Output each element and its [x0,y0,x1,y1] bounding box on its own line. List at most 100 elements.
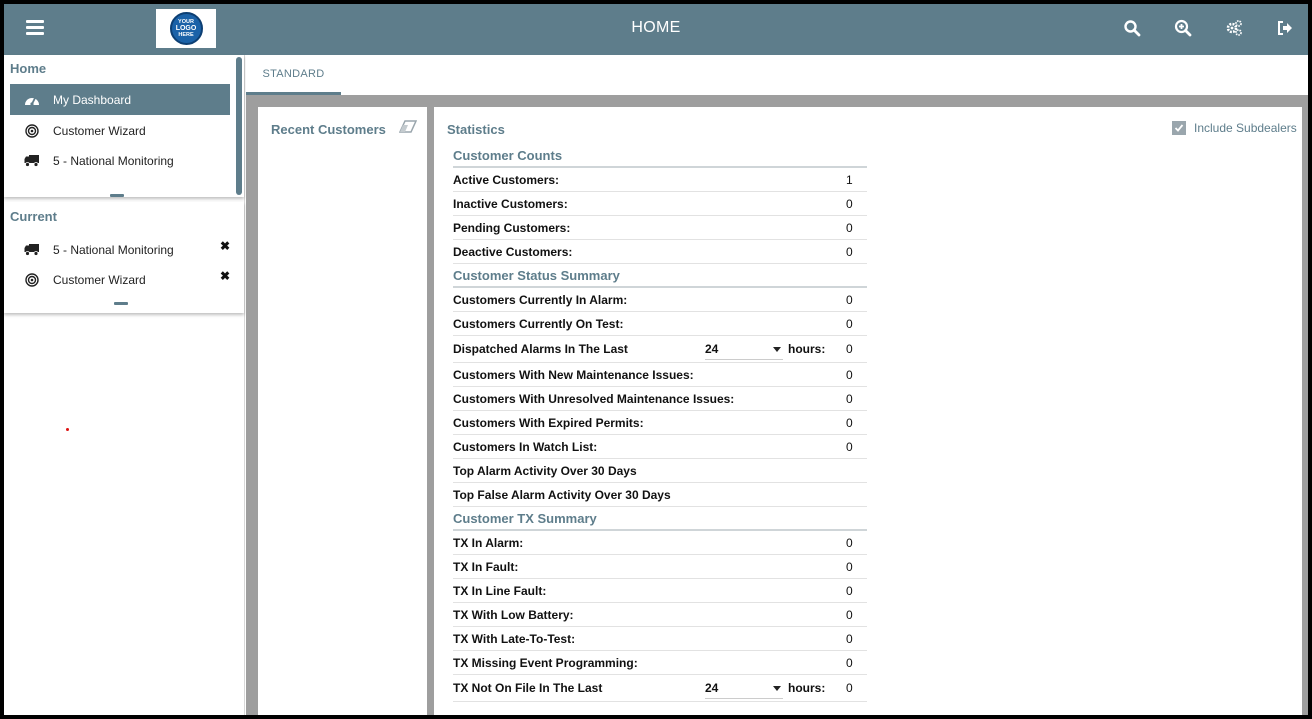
group-customer-status-summary: Customer Status Summary [453,264,867,288]
stat-row: Customers With New Maintenance Issues: 0 [453,363,867,387]
statistics-card: Statistics Include Subdealers Customer C… [434,107,1302,715]
current-item-customer-wizard[interactable]: Customer Wizard [10,264,230,295]
stat-row: TX Not On File In The Last 24 hours: 0 [453,675,867,702]
stat-value: 0 [846,316,853,331]
checkbox-checked-icon [1172,121,1186,135]
stat-row: Active Customers: 1 [453,168,867,192]
truck-icon [24,242,40,258]
home-section-title: Home [10,61,47,76]
stat-value: 0 [846,292,853,307]
current-item-label: 5 - National Monitoring [53,242,174,257]
current-section-title: Current [10,209,57,224]
recent-customers-card: Recent Customers [258,107,427,715]
hours-suffix: hours: [788,342,826,356]
include-subdealers-label: Include Subdealers [1194,121,1297,135]
stat-row: Customers With Expired Permits: 0 [453,411,867,435]
stat-label: Customers With Expired Permits: [453,415,644,430]
stat-label: Customers Currently On Test: [453,316,624,331]
stat-row: Customers With Unresolved Maintenance Is… [453,387,867,411]
tx-not-on-file-hours-select[interactable]: 24 [705,677,783,699]
stat-value: 0 [846,535,853,550]
cursor-dot [66,428,69,431]
current-item-national-monitoring[interactable]: 5 - National Monitoring [10,234,230,265]
stat-label: Customers With Unresolved Maintenance Is… [453,391,735,406]
stat-value: 0 [846,583,853,598]
stat-value: 0 [846,391,853,406]
eraser-icon[interactable] [399,120,417,134]
stat-row: Customers In Watch List: 0 [453,435,867,459]
stat-row: TX In Line Fault: 0 [453,579,867,603]
tab-bar: STANDARD [246,55,1308,95]
group-customer-counts: Customer Counts [453,144,867,168]
stat-label: TX In Line Fault: [453,583,547,598]
stat-label: TX With Late-To-Test: [453,631,576,646]
stat-label: Customers In Watch List: [453,439,598,454]
stat-value: 0 [846,415,853,430]
current-panel-resize-handle[interactable] [114,302,128,305]
current-item-label: Customer Wizard [53,272,146,287]
stat-label: Active Customers: [453,172,560,187]
close-icon[interactable]: ✖ [220,239,230,253]
select-value: 24 [705,680,719,695]
stat-value: 0 [846,342,853,356]
logout-icon[interactable] [1276,19,1294,37]
stat-value: 0 [846,439,853,454]
stat-label: Customers With New Maintenance Issues: [453,367,694,382]
stat-link-row[interactable]: Top Alarm Activity Over 30 Days [453,459,867,483]
home-panel-resize-handle[interactable] [110,194,124,197]
stat-row: TX Missing Event Programming: 0 [453,651,867,675]
caret-down-icon [773,347,781,352]
stat-row: TX In Fault: 0 [453,555,867,579]
sidebar: Home My Dashboard Customer Wizard 5 - Na… [4,55,245,715]
target-icon [24,123,40,139]
sidebar-item-my-dashboard[interactable]: My Dashboard [10,84,230,115]
zoom-in-icon[interactable] [1174,19,1192,37]
stat-row: Customers Currently On Test: 0 [453,312,867,336]
stat-value: 0 [846,196,853,211]
include-subdealers-checkbox[interactable]: Include Subdealers [1172,121,1297,135]
statistics-title: Statistics [447,122,505,137]
target-icon [24,272,40,288]
stat-label: Customers Currently In Alarm: [453,292,628,307]
settings-gears-icon[interactable] [1225,19,1243,37]
group-customer-tx-summary: Customer TX Summary [453,507,867,531]
stat-row: TX With Late-To-Test: 0 [453,627,867,651]
statistics-table: Customer Counts Active Customers: 1 Inact… [453,144,867,702]
sidebar-item-customer-wizard[interactable]: Customer Wizard [10,115,230,146]
sidebar-scrollbar[interactable] [236,57,242,195]
stat-row: Customers Currently In Alarm: 0 [453,288,867,312]
stat-value: 0 [846,681,853,695]
top-header: YOUR LOGO HERE HOME [4,4,1308,55]
select-value: 24 [705,341,719,356]
caret-down-icon [773,686,781,691]
page-title: HOME [631,19,681,36]
stat-row: TX In Alarm: 0 [453,531,867,555]
dispatched-hours-select[interactable]: 24 [705,338,783,360]
stat-value: 0 [846,244,853,259]
stat-value: 0 [846,559,853,574]
stat-row: Inactive Customers: 0 [453,192,867,216]
sidebar-item-national-monitoring[interactable]: 5 - National Monitoring [10,145,230,176]
stat-label: TX With Low Battery: [453,607,574,622]
hours-suffix: hours: [788,681,826,695]
stat-value: 0 [846,367,853,382]
stat-value: 1 [846,172,853,187]
stat-row: TX With Low Battery: 0 [453,603,867,627]
stat-label: TX In Alarm: [453,535,524,550]
sidebar-item-label: Customer Wizard [53,123,146,138]
stat-link-row[interactable]: Top False Alarm Activity Over 30 Days [453,483,867,507]
stat-row: Pending Customers: 0 [453,216,867,240]
sidebar-item-label: My Dashboard [53,92,132,107]
stat-value: 0 [846,607,853,622]
stat-row: Deactive Customers: 0 [453,240,867,264]
tab-standard[interactable]: STANDARD [246,55,341,95]
home-panel: Home My Dashboard Customer Wizard 5 - Na… [4,55,244,197]
stat-label: Pending Customers: [453,220,571,235]
app-frame: YOUR LOGO HERE HOME Home My Dashboard Cu… [0,0,1312,719]
stat-label: TX Missing Event Programming: [453,655,638,670]
search-icon[interactable] [1123,19,1141,37]
recent-customers-title: Recent Customers [271,122,386,137]
truck-icon [24,153,40,169]
dashboard-icon [24,92,40,108]
close-icon[interactable]: ✖ [220,269,230,283]
